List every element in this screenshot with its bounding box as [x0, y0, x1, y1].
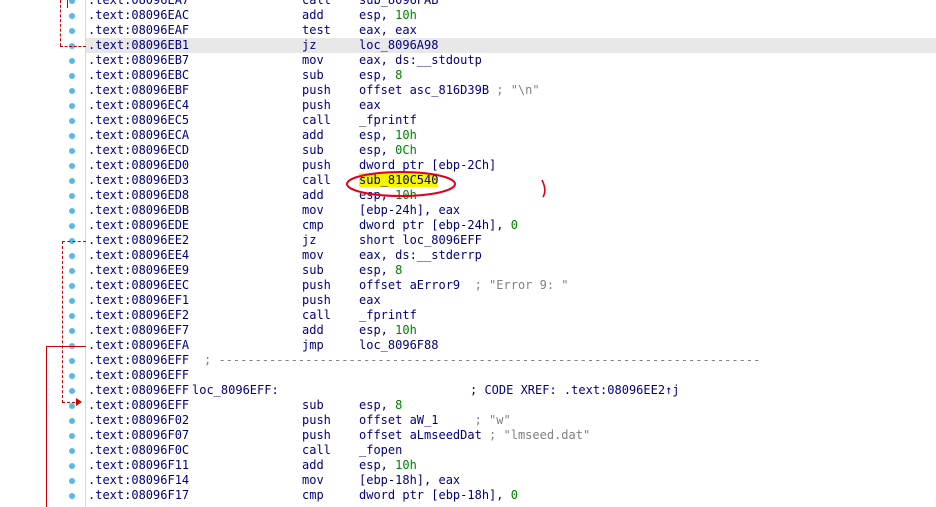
red-circle-annotation: [346, 171, 546, 198]
